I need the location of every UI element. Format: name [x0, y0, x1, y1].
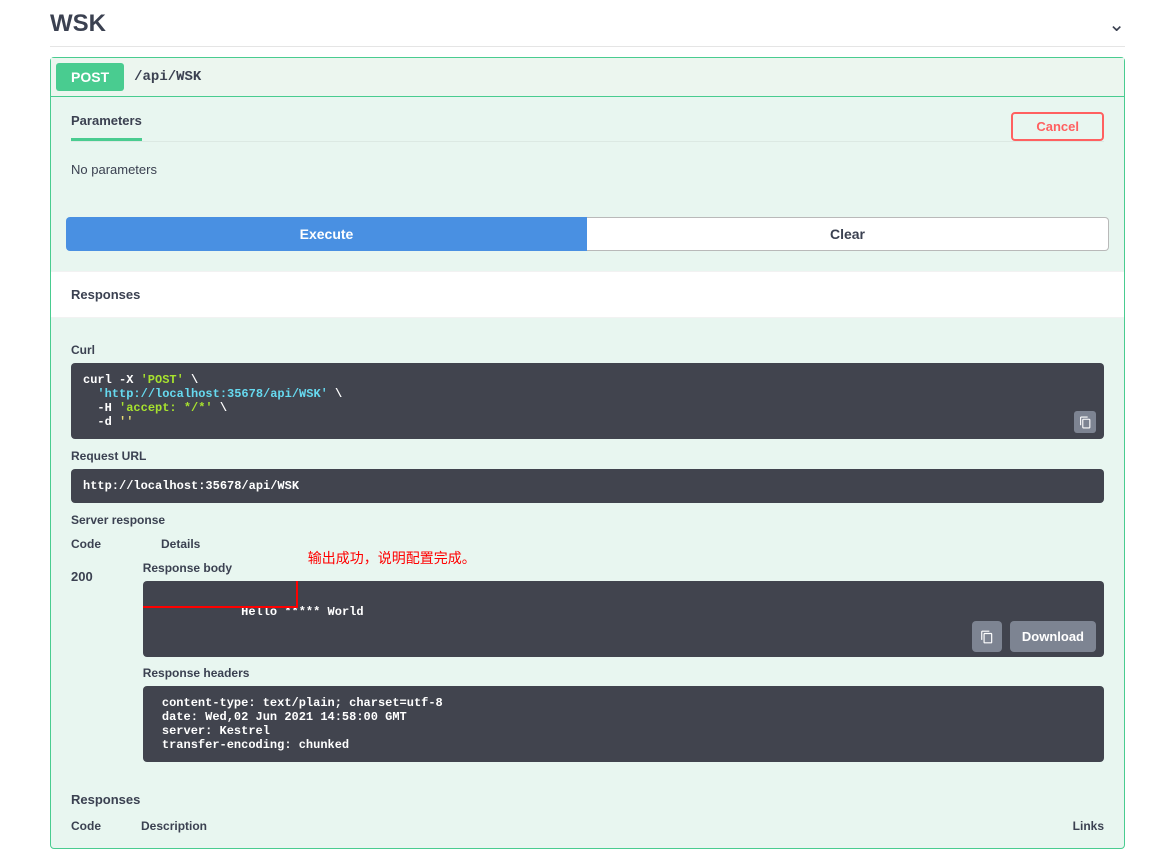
responses-table-header: Code Description Links: [71, 819, 1104, 833]
response-body-text: Hello ***** World: [241, 605, 363, 619]
copy-response-button[interactable]: [972, 621, 1002, 652]
red-highlight-box: [143, 581, 298, 608]
status-code: 200: [71, 551, 93, 762]
description-col: Description: [141, 819, 1073, 833]
clipboard-icon: [980, 630, 994, 644]
tab-parameters[interactable]: Parameters: [71, 113, 142, 141]
server-response-headers: Code Details: [71, 537, 1104, 551]
endpoint-path: /api/WSK: [134, 69, 201, 85]
parameters-section: Parameters Cancel No parameters: [51, 97, 1124, 217]
curl-label: Curl: [71, 343, 1104, 357]
annotation-text: 输出成功，说明配置完成。: [308, 548, 476, 568]
code-column-header: Code: [71, 537, 111, 551]
clipboard-icon: [1079, 416, 1092, 429]
response-headers-block[interactable]: content-type: text/plain; charset=utf-8 …: [143, 686, 1104, 762]
operation-summary[interactable]: POST /api/WSK: [51, 58, 1124, 97]
execute-row: Execute Clear: [51, 217, 1124, 271]
section-header[interactable]: WSK ⌄: [50, 0, 1125, 47]
links-col: Links: [1073, 819, 1104, 833]
chevron-down-icon: ⌄: [1108, 12, 1125, 37]
responses-lower-header: Responses: [51, 780, 1124, 807]
details-column-header: Details: [161, 537, 1104, 551]
section-title: WSK: [50, 10, 106, 38]
execute-button[interactable]: Execute: [66, 217, 587, 251]
curl-block[interactable]: curl -X 'POST' \ 'http://localhost:35678…: [71, 363, 1104, 439]
responses-header: Responses: [51, 271, 1124, 318]
no-parameters-text: No parameters: [71, 142, 1104, 202]
response-headers-label: Response headers: [143, 666, 1104, 680]
response-body-label: Response body: [143, 561, 232, 575]
clear-button[interactable]: Clear: [587, 217, 1109, 251]
result-section: Curl curl -X 'POST' \ 'http://localhost:…: [51, 318, 1124, 848]
code-col: Code: [71, 819, 141, 833]
download-button[interactable]: Download: [1010, 621, 1096, 652]
server-response-label: Server response: [71, 513, 1104, 527]
operation-block: POST /api/WSK Parameters Cancel No param…: [50, 57, 1125, 849]
cancel-button[interactable]: Cancel: [1011, 112, 1104, 141]
method-badge: POST: [56, 63, 124, 91]
request-url-label: Request URL: [71, 449, 1104, 463]
request-url-block[interactable]: http://localhost:35678/api/WSK: [71, 469, 1104, 503]
copy-curl-button[interactable]: [1074, 411, 1096, 433]
